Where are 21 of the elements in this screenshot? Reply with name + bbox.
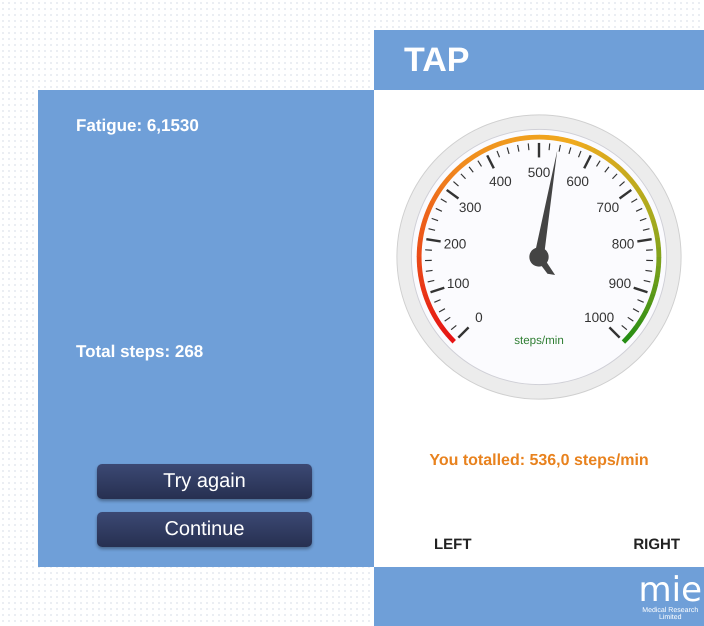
side-label: LEFT	[434, 536, 472, 553]
scale-label: 600	[566, 174, 589, 190]
scale-label: 500	[528, 164, 550, 180]
continue-button[interactable]: Continue	[97, 512, 312, 547]
scale-label: 300	[458, 200, 482, 215]
scale-label: 1000	[584, 310, 614, 325]
side-label: RIGHT	[633, 536, 680, 553]
scale-label: 800	[612, 236, 634, 252]
scale-label: 900	[608, 276, 632, 292]
summary-text: You totalled: 536,0 steps/min	[429, 452, 649, 470]
scale-label: 0	[475, 310, 483, 325]
scale-label: 400	[489, 174, 512, 190]
scale-label: 100	[446, 276, 470, 292]
unit-label: steps/min	[514, 334, 564, 347]
fatigue-text: Fatigue: 6,1530	[76, 116, 199, 136]
scale-label: 700	[596, 200, 620, 215]
app-title: TAP	[404, 40, 470, 80]
try-again-button[interactable]: Try again	[97, 464, 312, 499]
scale-label: 200	[444, 236, 466, 252]
total-steps-text: Total steps: 268	[76, 342, 204, 362]
logo-mark: mie	[638, 572, 702, 606]
